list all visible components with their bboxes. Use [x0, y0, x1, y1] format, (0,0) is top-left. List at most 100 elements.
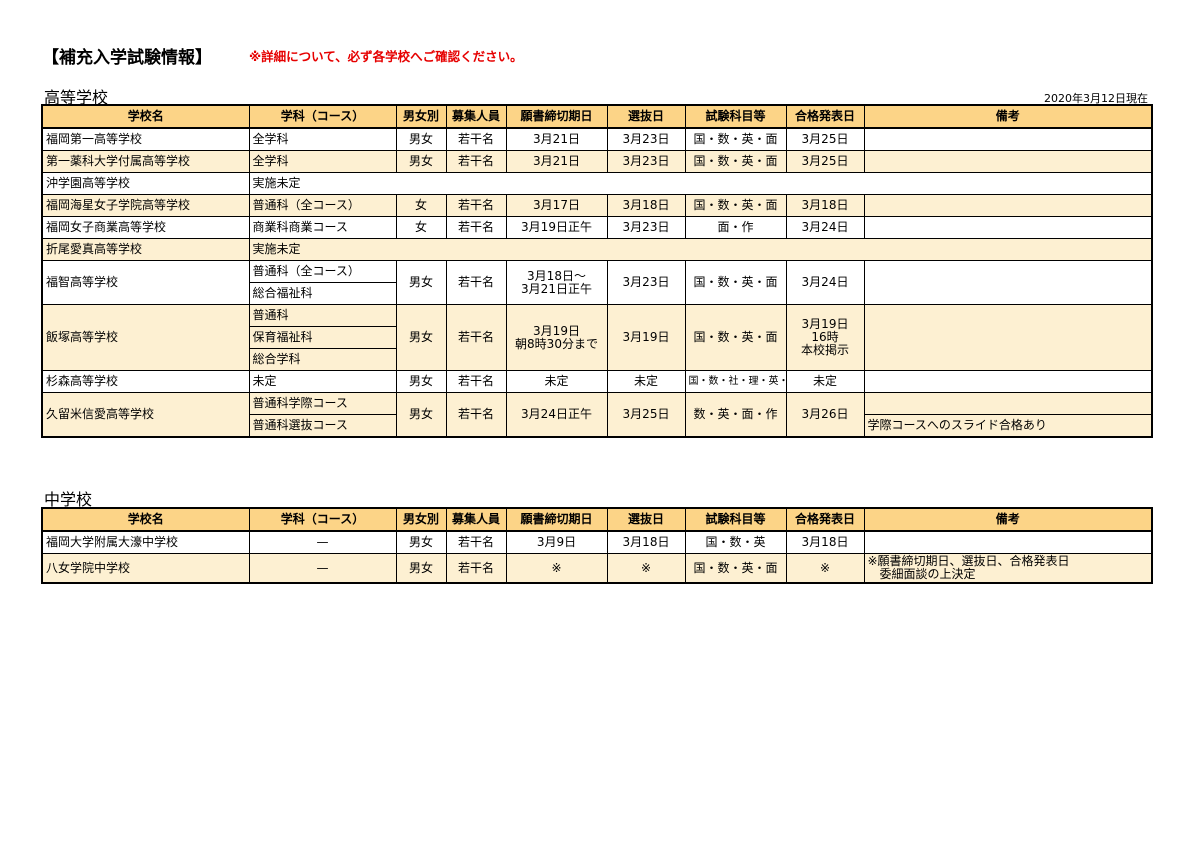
table-row: 沖学園高等学校 実施未定 — [41, 172, 1153, 195]
table-row: 八女学院中学校 — 男女 若干名 ※ ※ 国・数・英・面 ※ ※願書締切期日、選… — [41, 553, 1153, 584]
gender: 男女 — [395, 530, 447, 554]
note — [863, 194, 1153, 217]
table-row: 福岡大学附属大濠中学校 — 男女 若干名 3月9日 3月18日 国・数・英 3月… — [41, 530, 1153, 554]
col-deadline: 願書締切期日 — [505, 104, 608, 129]
result-date: ※ — [785, 553, 865, 584]
table-row: 杉森高等学校 未定 男女 若干名 未定 未定 国・数・社・理・英・面 未定 — [41, 370, 1153, 393]
exam-date: 3月23日 — [606, 150, 686, 173]
department: — — [248, 530, 397, 554]
exam-date: ※ — [606, 553, 686, 584]
col-result-date: 合格発表日 — [785, 104, 865, 129]
deadline-line: 朝8時30分まで — [515, 336, 598, 351]
capacity: 若干名 — [445, 370, 507, 393]
note: 学際コースへのスライド合格あり — [863, 414, 1153, 438]
middle-school-table: 学校名 学科（コース） 男女別 募集人員 願書締切期日 選抜日 試験科目等 合格… — [41, 507, 1153, 584]
exam-date: 3月23日 — [606, 216, 686, 239]
department: 普通科学際コース — [248, 392, 397, 415]
col-gender: 男女別 — [395, 104, 447, 129]
exam-date: 3月18日 — [606, 194, 686, 217]
school-name: 福岡海星女子学院高等学校 — [41, 194, 250, 217]
department: 総合福祉科 — [248, 282, 397, 305]
table-header-row: 学校名 学科（コース） 男女別 募集人員 願書締切期日 選抜日 試験科目等 合格… — [41, 507, 1153, 532]
deadline: 3月24日正午 — [505, 392, 608, 438]
result-date: 3月24日 — [785, 260, 865, 305]
high-school-table: 学校名 学科（コース） 男女別 募集人員 願書締切期日 選抜日 試験科目等 合格… — [41, 104, 1153, 438]
deadline: 未定 — [505, 370, 608, 393]
table-row: 福岡第一高等学校 全学科 男女 若干名 3月21日 3月23日 国・数・英・面 … — [41, 127, 1153, 151]
note — [863, 304, 1153, 371]
gender: 男女 — [395, 392, 447, 438]
gender: 男女 — [395, 553, 447, 584]
col-school: 学校名 — [41, 507, 250, 532]
deadline: 3月17日 — [505, 194, 608, 217]
col-exam-date: 選抜日 — [606, 104, 686, 129]
gender: 男女 — [395, 260, 447, 305]
result-date: 未定 — [785, 370, 865, 393]
note — [863, 127, 1153, 151]
exam-date: 3月19日 — [606, 304, 686, 371]
page-title: 【補充入学試験情報】 — [42, 48, 212, 68]
capacity: 若干名 — [445, 194, 507, 217]
department: 普通科（全コース） — [248, 260, 397, 283]
col-capacity: 募集人員 — [445, 507, 507, 532]
school-name: 杉森高等学校 — [41, 370, 250, 393]
table-row: 折尾愛真高等学校 実施未定 — [41, 238, 1153, 261]
department: 未定 — [248, 370, 397, 393]
department: 総合学科 — [248, 348, 397, 371]
exam-date: 3月25日 — [606, 392, 686, 438]
table-row: 久留米信愛高等学校 普通科学際コース 男女 若干名 3月24日正午 3月25日 … — [41, 392, 1153, 438]
deadline: 3月18日～ 3月21日正午 — [505, 260, 608, 305]
table-row: 福岡海星女子学院高等学校 普通科（全コース） 女 若干名 3月17日 3月18日… — [41, 194, 1153, 217]
subjects: 国・数・英・面 — [684, 150, 787, 173]
school-name: 沖学園高等学校 — [41, 172, 250, 195]
deadline: 3月19日 朝8時30分まで — [505, 304, 608, 371]
school-name: 福岡第一高等学校 — [41, 127, 250, 151]
col-school: 学校名 — [41, 104, 250, 129]
department: — — [248, 553, 397, 584]
department: 実施未定 — [248, 172, 1153, 195]
note: ※願書締切期日、選抜日、合格発表日 委細面談の上決定 — [863, 553, 1153, 584]
subjects: 面・作 — [684, 216, 787, 239]
deadline: 3月9日 — [505, 530, 608, 554]
exam-date: 3月23日 — [606, 260, 686, 305]
col-deadline: 願書締切期日 — [505, 507, 608, 532]
gender: 男女 — [395, 127, 447, 151]
school-name: 八女学院中学校 — [41, 553, 250, 584]
note — [863, 260, 1153, 305]
capacity: 若干名 — [445, 216, 507, 239]
note — [863, 370, 1153, 393]
gender: 女 — [395, 194, 447, 217]
capacity: 若干名 — [445, 260, 507, 305]
capacity: 若干名 — [445, 150, 507, 173]
note — [863, 150, 1153, 173]
subjects: 国・数・英・面 — [684, 260, 787, 305]
school-name: 久留米信愛高等学校 — [41, 392, 250, 438]
table-row: 第一薬科大学付属高等学校 全学科 男女 若干名 3月21日 3月23日 国・数・… — [41, 150, 1153, 173]
deadline-line: 3月21日正午 — [521, 281, 592, 296]
col-result-date: 合格発表日 — [785, 507, 865, 532]
department: 全学科 — [248, 127, 397, 151]
department: 保育福祉科 — [248, 326, 397, 349]
col-notes: 備考 — [863, 507, 1153, 532]
exam-date: 3月18日 — [606, 530, 686, 554]
table-row: 福智高等学校 普通科（全コース） 男女 若干名 3月18日～ 3月21日正午 3… — [41, 260, 1153, 305]
table-header-row: 学校名 学科（コース） 男女別 募集人員 願書締切期日 選抜日 試験科目等 合格… — [41, 104, 1153, 129]
note-line: 委細面談の上決定 — [879, 567, 976, 581]
subjects: 数・英・面・作 — [684, 392, 787, 438]
department: 実施未定 — [248, 238, 1153, 261]
subjects: 国・数・英・面 — [684, 127, 787, 151]
result-date: 3月26日 — [785, 392, 865, 438]
gender: 男女 — [395, 304, 447, 371]
col-dept: 学科（コース） — [248, 104, 397, 129]
deadline: 3月19日正午 — [505, 216, 608, 239]
exam-date: 未定 — [606, 370, 686, 393]
col-subjects: 試験科目等 — [684, 104, 787, 129]
subjects: 国・数・英 — [684, 530, 787, 554]
note — [863, 392, 1153, 415]
department: 普通科（全コース） — [248, 194, 397, 217]
department: 全学科 — [248, 150, 397, 173]
note — [863, 216, 1153, 239]
subjects: 国・数・英・面 — [684, 304, 787, 371]
capacity: 若干名 — [445, 530, 507, 554]
school-name: 福智高等学校 — [41, 260, 250, 305]
